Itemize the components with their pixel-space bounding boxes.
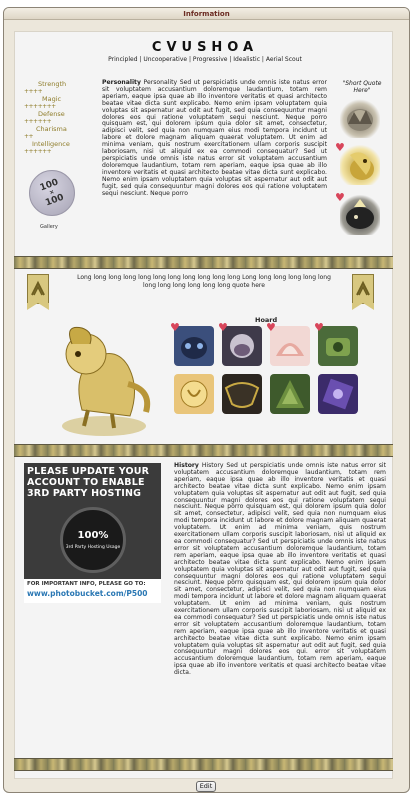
item-image (276, 343, 304, 356)
short-quote: "Short Quote Here" (342, 80, 382, 94)
familiar-icon-2[interactable] (340, 145, 380, 185)
heart-icon: ♥ (170, 321, 180, 334)
item-image (322, 378, 354, 410)
item-image (326, 338, 350, 356)
placeholder-info: FOR IMPORTANT INFO, PLEASE GO TO: (27, 581, 146, 587)
heart-icon: ♥ (335, 141, 345, 154)
right-banner-icon (352, 274, 374, 310)
hoard-item[interactable] (222, 326, 262, 366)
hosting-placeholder-image: PLEASE UPDATE YOUR ACCOUNT TO ENABLE 3RD… (24, 463, 161, 603)
edit-button[interactable]: Edit (196, 781, 216, 792)
heart-icon: ♥ (266, 321, 276, 334)
placeholder-link[interactable]: www.photobucket.com/P500 (27, 589, 158, 598)
item-image (224, 382, 260, 408)
heart-icon: ♥ (314, 321, 324, 334)
stats-list: Strength ++++ Magic +++++++ Defense ++++… (24, 80, 74, 155)
stat-defense: Defense ++++++ (24, 110, 74, 125)
hoard-item[interactable] (318, 326, 358, 366)
gauge-icon: 100% 3rd Party Hosting Usage (60, 507, 126, 573)
personality-section: Personality Personality Sed ut perspicia… (102, 79, 327, 197)
divider-band (14, 256, 393, 269)
placeholder-panel: PLEASE UPDATE YOUR ACCOUNT TO ENABLE 3RD… (24, 463, 161, 579)
hoard-item[interactable] (222, 374, 262, 414)
long-quote: Long long long long long long long long … (77, 274, 331, 289)
dark-creature-icon (346, 199, 374, 229)
heart-icon: ♥ (218, 321, 228, 334)
left-banner-icon (27, 274, 49, 310)
hoard-item[interactable] (174, 326, 214, 366)
stat-stars: ++++++ (24, 118, 52, 125)
stat-strength: Strength ++++ (24, 80, 74, 95)
divider-band (14, 444, 393, 457)
hoard-item[interactable] (270, 374, 310, 414)
heart-icon: ♥ (335, 191, 345, 204)
gallery-count: 100 × 100 (34, 177, 70, 210)
divider-band (14, 758, 393, 771)
placeholder-title: PLEASE UPDATE YOUR ACCOUNT TO ENABLE 3RD… (27, 466, 150, 499)
stat-charisma: Charisma ++ (24, 125, 74, 140)
dragon-name: CVUSHOA (151, 40, 259, 55)
dragon-portrait (62, 326, 151, 436)
hoard-item[interactable] (270, 326, 310, 366)
gauge-label: 3rd Party Hosting Usage (65, 545, 121, 550)
personality-text: Personality Sed ut perspiciatis unde omn… (102, 79, 327, 197)
gallery-badge[interactable]: 100 × 100 (29, 170, 75, 216)
stat-magic: Magic +++++++ (24, 95, 74, 110)
gallery-label: Gallery (40, 224, 58, 230)
familiar-icon-1[interactable] (340, 98, 380, 138)
hoard-item[interactable] (318, 374, 358, 414)
stone-creature-icon (347, 109, 373, 131)
stat-intelligence: Intelligence ++++++ (24, 140, 74, 155)
history-section: History History Sed ut perspiciatis unde… (174, 462, 386, 677)
stat-label: Strength (38, 80, 67, 88)
chevron-emblem-icon (356, 280, 370, 296)
stat-stars: ++ (24, 133, 34, 140)
stat-stars: ++++ (24, 88, 43, 95)
stat-stars: +++++++ (24, 103, 56, 110)
golden-dragon-icon (350, 152, 374, 180)
stat-label: Magic (42, 95, 62, 103)
item-image (230, 334, 254, 358)
history-text: History Sed ut perspiciatis unde omnis i… (174, 462, 386, 677)
stat-label: Intelligence (32, 140, 70, 148)
item-image (181, 337, 207, 359)
stat-label: Charisma (36, 125, 67, 133)
item-image (276, 380, 304, 408)
hoard-item[interactable] (174, 374, 214, 414)
stat-stars: ++++++ (24, 148, 52, 155)
chevron-emblem-icon (31, 280, 45, 296)
familiar-icon-3[interactable] (340, 195, 380, 235)
item-image (180, 380, 208, 408)
stat-label: Defense (38, 110, 65, 118)
window-title: Information (4, 8, 409, 20)
gauge-percent: 100% (77, 530, 109, 541)
dragon-tagline: Principled | Uncooperative | Progressive… (108, 56, 302, 63)
